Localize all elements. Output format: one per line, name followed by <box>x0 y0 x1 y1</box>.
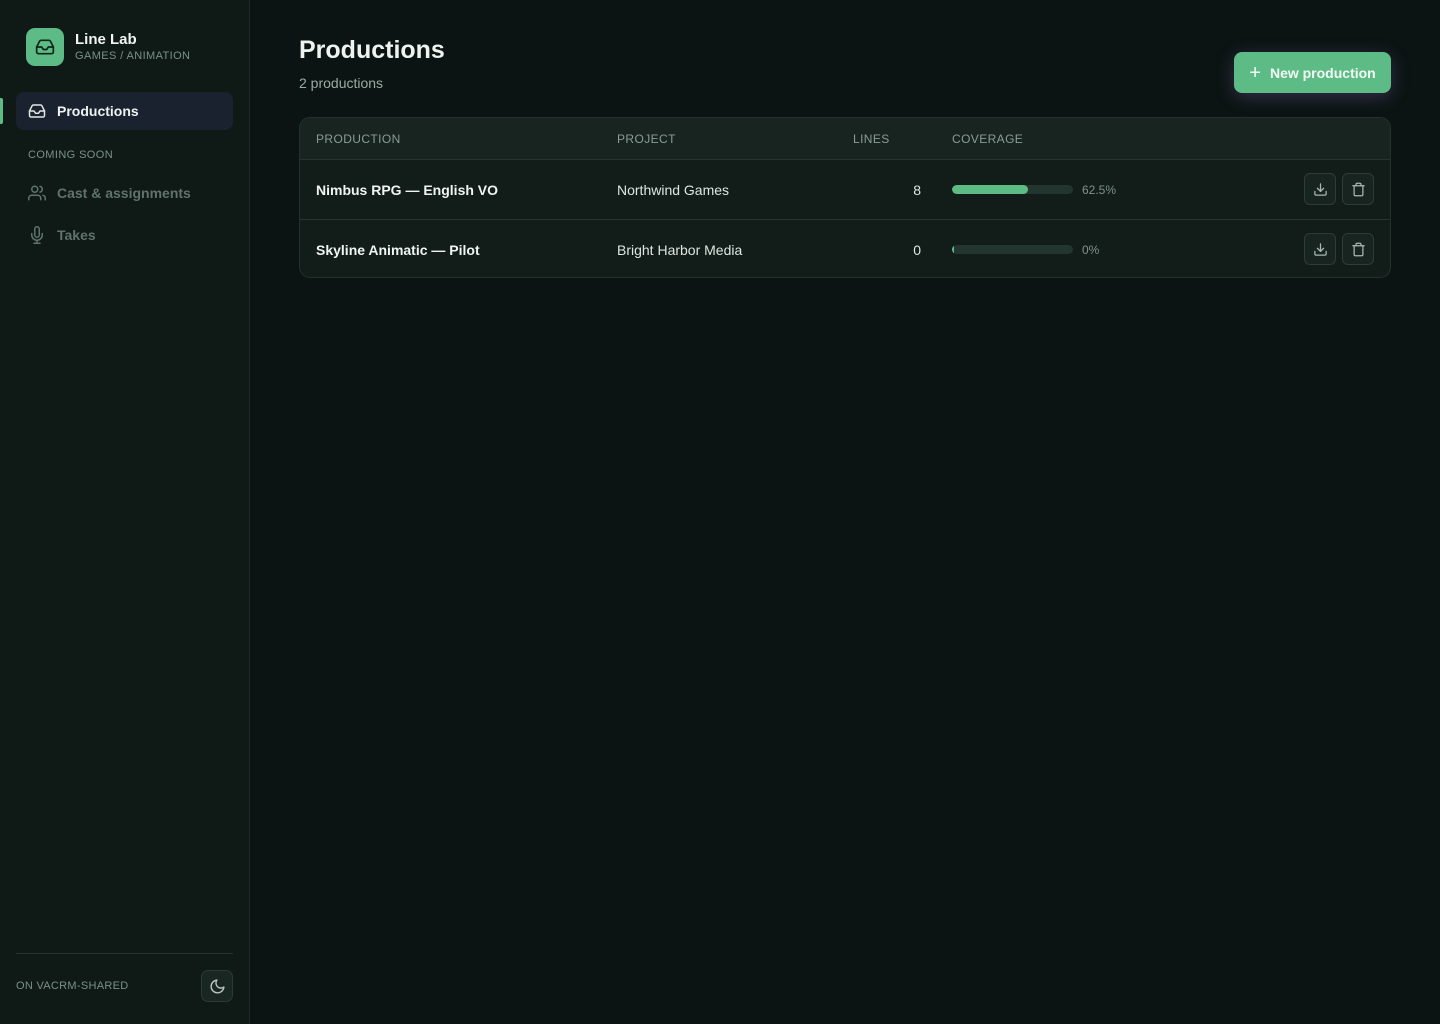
production-name[interactable]: Skyline Animatic — Pilot <box>316 242 480 258</box>
brand-subtitle: GAMES / ANIMATION <box>75 50 191 62</box>
table-header: PRODUCTION PROJECT LINES COVERAGE <box>300 118 1390 160</box>
column-header-coverage[interactable]: COVERAGE <box>952 132 1023 146</box>
sidebar-item-takes[interactable]: Takes <box>16 218 233 252</box>
sidebar: Line Lab GAMES / ANIMATION Productions C… <box>0 0 250 1024</box>
trash-icon <box>1351 242 1366 257</box>
download-button[interactable] <box>1304 173 1336 205</box>
project-name: Northwind Games <box>617 182 730 198</box>
table-row[interactable]: Nimbus RPG — English VO Northwind Games … <box>300 160 1390 219</box>
column-header-production[interactable]: PRODUCTION <box>316 132 401 146</box>
footer-divider <box>16 953 233 954</box>
app: Line Lab GAMES / ANIMATION Productions C… <box>0 0 1440 1024</box>
brand[interactable]: Line Lab GAMES / ANIMATION <box>26 28 190 66</box>
moon-icon <box>209 978 226 995</box>
sidebar-item-label: Productions <box>57 103 139 119</box>
active-nav-indicator <box>0 98 3 124</box>
new-production-button[interactable]: + New production <box>1234 52 1391 93</box>
page-title: Productions <box>299 36 445 64</box>
coverage-bar-fill <box>952 245 954 254</box>
coverage-percent: 62.5% <box>1082 183 1117 197</box>
inbox-icon <box>28 102 46 120</box>
coverage-bar-fill <box>952 185 1028 194</box>
lines-count: 0 <box>913 242 921 258</box>
new-production-label: New production <box>1269 64 1376 81</box>
microphone-icon <box>28 226 46 244</box>
main-content: Productions 2 productions + New producti… <box>250 0 1440 1024</box>
coverage-bar <box>952 185 1073 194</box>
users-icon <box>28 184 46 202</box>
download-button[interactable] <box>1304 233 1336 265</box>
brand-name: Line Lab <box>75 31 137 48</box>
project-name: Bright Harbor Media <box>617 242 743 258</box>
production-count: 2 productions <box>299 75 384 91</box>
download-icon <box>1313 182 1328 197</box>
delete-button[interactable] <box>1342 173 1374 205</box>
sidebar-item-cast-assignments[interactable]: Cast & assignments <box>16 176 233 210</box>
sidebar-item-label: Takes <box>57 227 96 243</box>
inbox-icon <box>26 28 64 66</box>
delete-button[interactable] <box>1342 233 1374 265</box>
lines-count: 8 <box>913 182 921 198</box>
plus-icon: + <box>1249 61 1261 84</box>
productions-table: PRODUCTION PROJECT LINES COVERAGE Nimbus… <box>299 117 1391 278</box>
table-row[interactable]: Skyline Animatic — Pilot Bright Harbor M… <box>300 219 1390 277</box>
download-icon <box>1313 242 1328 257</box>
theme-toggle-button[interactable] <box>201 970 233 1002</box>
workspace-label: ON VACRM-SHARED <box>16 980 129 992</box>
column-header-project[interactable]: PROJECT <box>617 132 676 146</box>
coverage-bar <box>952 245 1073 254</box>
sidebar-item-productions[interactable]: Productions <box>16 92 233 130</box>
trash-icon <box>1351 182 1366 197</box>
production-name[interactable]: Nimbus RPG — English VO <box>316 182 498 198</box>
coverage-percent: 0% <box>1082 243 1100 257</box>
column-header-lines[interactable]: LINES <box>853 132 890 146</box>
sidebar-item-label: Cast & assignments <box>57 185 191 201</box>
section-label-coming-soon: COMING SOON <box>28 149 114 161</box>
